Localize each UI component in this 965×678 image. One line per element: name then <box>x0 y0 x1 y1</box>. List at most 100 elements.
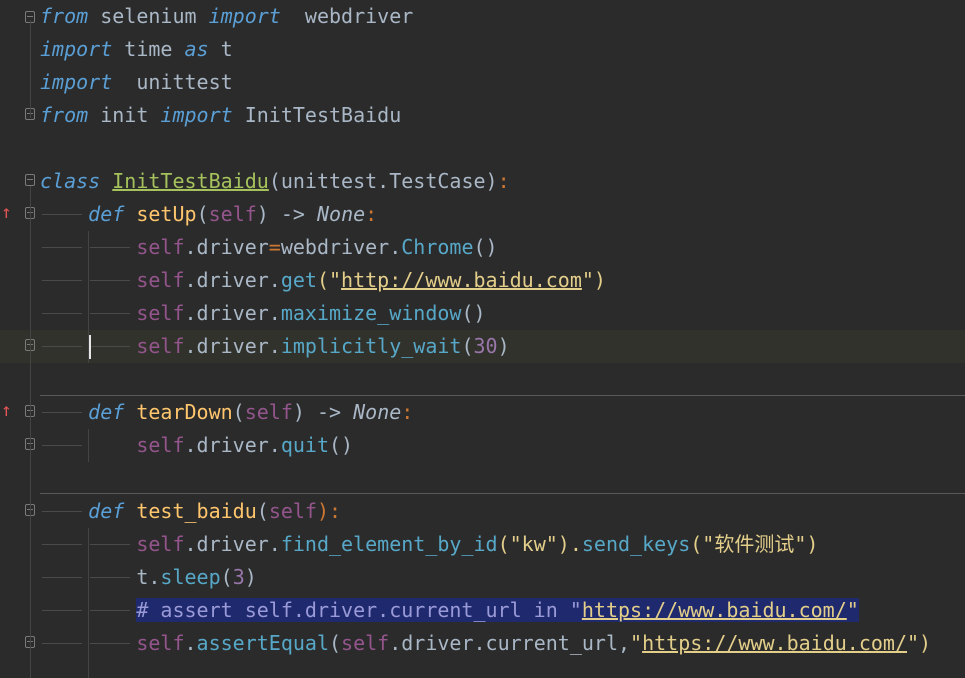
code-text: def setUp(self) -> None: <box>40 202 377 226</box>
method-call: implicitly_wait <box>280 334 462 358</box>
code-text: def tearDown(self) -> None: <box>40 400 413 424</box>
code-line-20[interactable]: self.assertEqual(self.driver.current_url… <box>0 627 965 660</box>
string-literal: ("软件测试") <box>690 532 819 556</box>
code-text: t.sleep(3) <box>40 565 256 589</box>
code-line-13[interactable]: ↑ def tearDown(self) -> None: <box>0 396 965 429</box>
colon: : <box>497 169 510 193</box>
indent-guide-vertical <box>88 231 89 363</box>
identifier: InitTestBaidu <box>232 103 402 127</box>
code-editor[interactable]: from selenium import webdriver import ti… <box>0 0 965 678</box>
module: t. <box>136 565 161 589</box>
code-text: self.driver=webdriver.Chrome() <box>40 235 498 259</box>
keyword: import <box>160 103 233 127</box>
paren: ( <box>329 631 342 655</box>
fold-marker-icon[interactable] <box>25 174 35 186</box>
code-text: self.driver.implicitly_wait(30) <box>40 334 509 358</box>
indent-guide-vertical <box>88 429 89 462</box>
code-line-14[interactable]: self.driver.quit() <box>0 429 965 462</box>
dot: . <box>184 631 197 655</box>
code-line-12[interactable] <box>0 363 965 396</box>
code-text: class InitTestBaidu(unittest.TestCase): <box>40 169 510 193</box>
code-line-1[interactable]: from selenium import webdriver <box>0 0 965 33</box>
code-text: # assert self.driver.current_url in "htt… <box>40 598 859 622</box>
keyword: as <box>184 37 209 61</box>
attribute: .driver. <box>184 532 281 556</box>
attribute: .driver. <box>184 334 281 358</box>
indent-guide-vertical <box>88 528 89 678</box>
keyword: def <box>88 400 125 424</box>
method-call: sleep <box>160 565 221 589</box>
code-line-11-current[interactable]: self.driver.implicitly_wait(30) <box>0 330 965 363</box>
keyword: def <box>88 202 125 226</box>
number-literal: 3 <box>232 565 245 589</box>
code-line-3[interactable]: import unittest <box>0 66 965 99</box>
identifier: t <box>208 37 233 61</box>
self-ref: self <box>136 631 185 655</box>
attribute: .driver. <box>184 268 281 292</box>
code-line-6[interactable]: class InitTestBaidu(unittest.TestCase): <box>0 165 965 198</box>
code-line-16[interactable]: def test_baidu(self): <box>0 495 965 528</box>
attribute: .driver.current_url, <box>389 631 631 655</box>
code-line-17[interactable]: self.driver.find_element_by_id("kw").sen… <box>0 528 965 561</box>
method-call: get <box>280 268 317 292</box>
attribute: .driver <box>184 235 269 259</box>
code-line-4[interactable]: from init import InitTestBaidu <box>0 99 965 132</box>
paren: ( <box>256 499 269 523</box>
keyword: import <box>40 37 113 61</box>
method-call: send_keys <box>581 532 691 556</box>
operator: = <box>268 235 281 259</box>
code-text: import unittest <box>40 70 233 94</box>
override-arrow-icon[interactable]: ↑ <box>1 203 12 223</box>
self-ref: self <box>136 532 185 556</box>
code-text: self.driver.get("http://www.baidu.com") <box>40 268 606 292</box>
comment-text: # assert self.driver.current_url in " <box>136 598 582 622</box>
method-call: assertEqual <box>196 631 329 655</box>
keyword: def <box>88 499 125 523</box>
self-param: self <box>208 202 257 226</box>
string-literal: ("kw"). <box>497 532 582 556</box>
function-name: tearDown <box>136 400 233 424</box>
url-link[interactable]: https://www.baidu.com/ <box>642 631 907 655</box>
keyword: from <box>40 103 89 127</box>
url-link[interactable]: https://www.baidu.com/ <box>581 598 847 622</box>
paren: () <box>473 235 498 259</box>
code-line-18[interactable]: t.sleep(3) <box>0 561 965 594</box>
code-line-5[interactable] <box>0 132 965 165</box>
code-line-15[interactable] <box>0 462 965 495</box>
paren: ( <box>220 565 233 589</box>
override-arrow-icon[interactable]: ↑ <box>1 401 12 421</box>
attribute: .driver. <box>184 433 281 457</box>
code-line-10[interactable]: self.driver.maximize_window() <box>0 297 965 330</box>
code-line-19[interactable]: # assert self.driver.current_url in "htt… <box>0 594 965 627</box>
method-separator <box>40 493 965 494</box>
code-line-8[interactable]: self.driver=webdriver.Chrome() <box>0 231 965 264</box>
string-quote: " <box>846 598 859 622</box>
identifier: unittest <box>112 70 233 94</box>
code-line-7[interactable]: ↑ def setUp(self) -> None: <box>0 198 965 231</box>
method-call: quit <box>280 433 329 457</box>
fold-guide-vertical <box>30 186 31 678</box>
paren: ( <box>196 202 209 226</box>
self-ref: self <box>341 631 390 655</box>
function-name: test_baidu <box>136 499 257 523</box>
code-line-9[interactable]: self.driver.get("http://www.baidu.com") <box>0 264 965 297</box>
function-name: setUp <box>136 202 197 226</box>
keyword: from <box>40 4 89 28</box>
paren: ( <box>461 334 474 358</box>
paren-colon: ): <box>316 499 342 523</box>
self-ref: self <box>136 301 185 325</box>
method-call: find_element_by_id <box>280 532 498 556</box>
code-text: self.driver.find_element_by_id("kw").sen… <box>40 532 818 556</box>
self-ref: self <box>136 235 185 259</box>
paren: () <box>329 433 354 457</box>
return-type: None <box>353 400 402 424</box>
url-link[interactable]: http://www.baidu.com <box>341 268 582 292</box>
identifier: selenium <box>88 4 209 28</box>
code-text: self.driver.quit() <box>40 433 353 457</box>
identifier: webdriver <box>280 4 414 28</box>
code-line-2[interactable]: import time as t <box>0 33 965 66</box>
arrow: ) -> <box>292 400 354 424</box>
